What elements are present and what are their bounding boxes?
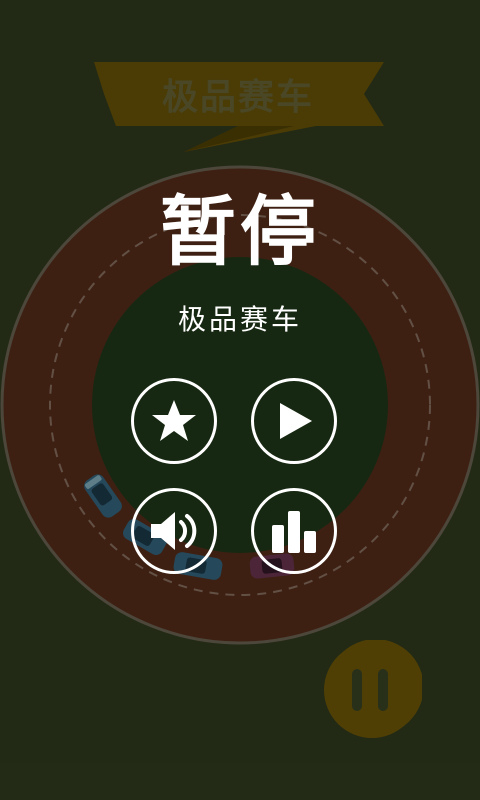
- title-banner: 极品赛车: [88, 58, 388, 154]
- play-icon: [280, 403, 312, 439]
- resume-button[interactable]: [251, 378, 337, 464]
- pause-button-shape: [316, 639, 424, 738]
- banner-title: 极品赛车: [161, 77, 314, 118]
- sound-button[interactable]: [131, 488, 217, 574]
- rate-button[interactable]: [131, 378, 217, 464]
- game-subtitle: 极品赛车: [177, 303, 302, 336]
- leaderboard-button[interactable]: [251, 488, 337, 574]
- bar-chart-icon: [272, 511, 316, 553]
- pause-button[interactable]: [316, 639, 424, 740]
- pause-title: 暂停: [160, 187, 320, 276]
- star-icon: [152, 400, 196, 441]
- speaker-icon: [151, 512, 197, 550]
